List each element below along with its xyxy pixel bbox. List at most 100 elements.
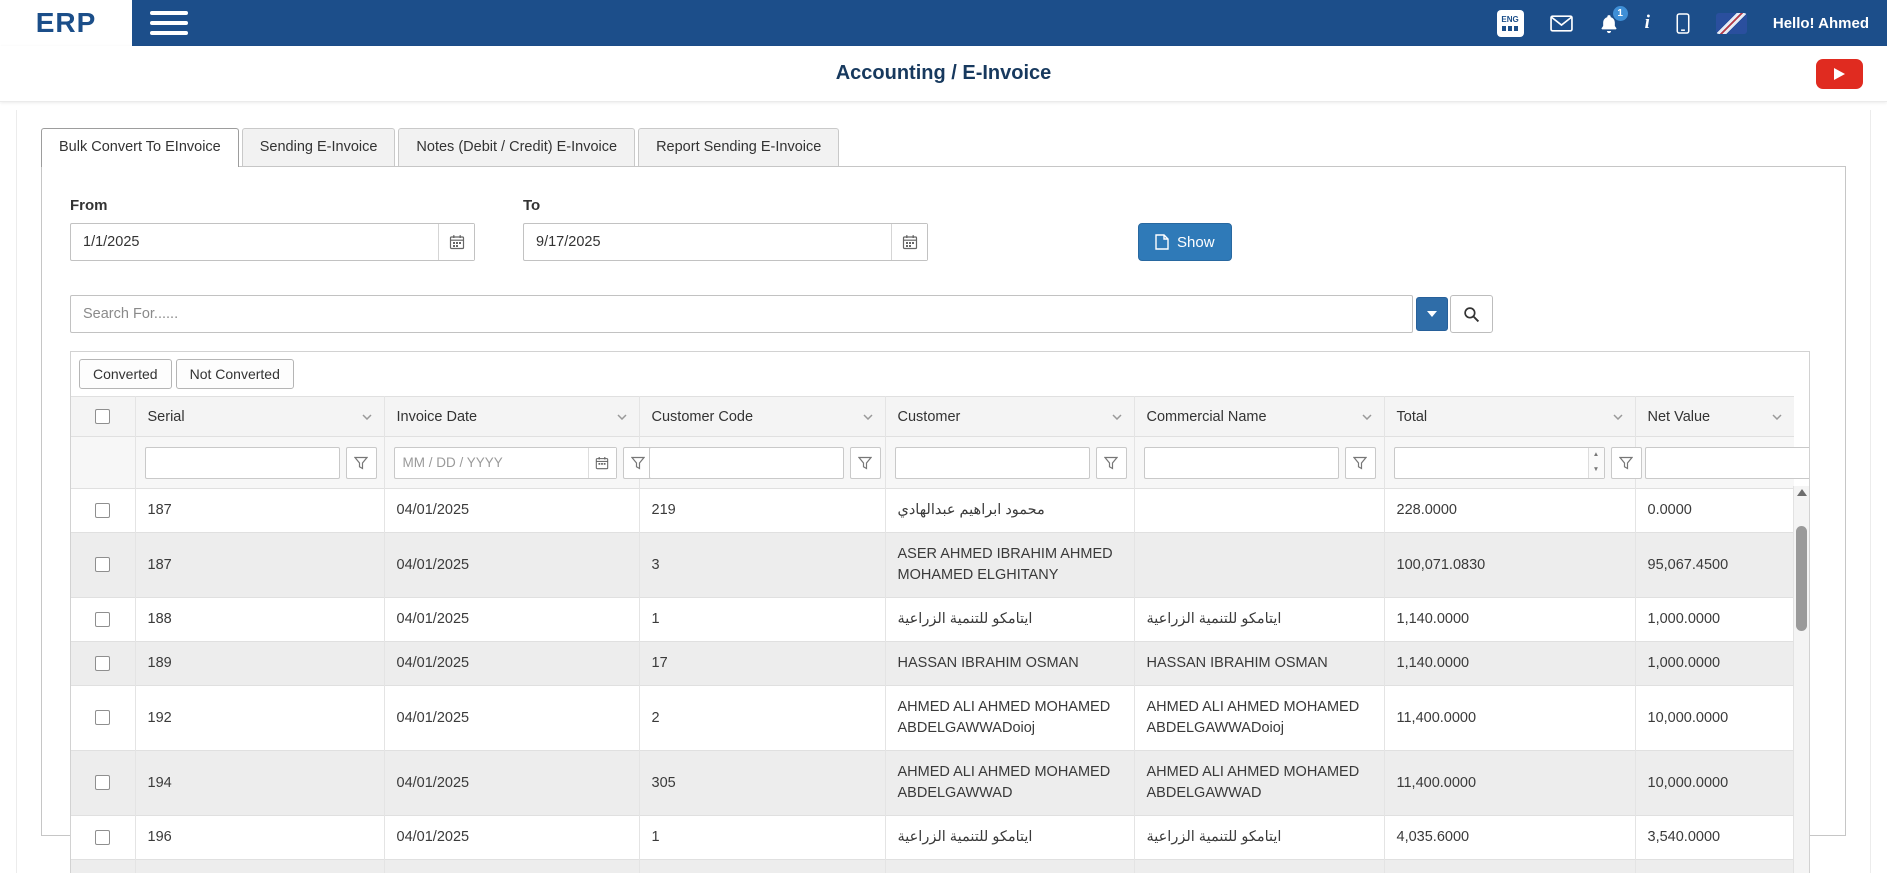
row-checkbox[interactable] [95,710,110,725]
customer-filter-funnel-button[interactable] [1096,447,1127,479]
column-header-customer-code[interactable]: Customer Code [639,397,885,437]
cell-total: 11,400.0000 [1384,686,1635,751]
grid-body: 187 04/01/2025 219 محمود ابراهيم عبدالها… [71,489,1794,873]
column-label: Customer [898,409,961,425]
spinner-up-icon: ▲ [1589,448,1604,463]
tab-bulk-convert[interactable]: Bulk Convert To EInvoice [41,128,239,167]
tab-notes-einvoice[interactable]: Notes (Debit / Credit) E-Invoice [398,128,635,166]
converted-toggle-row: Converted Not Converted [71,352,1809,396]
search-button[interactable] [1450,295,1493,333]
tab-bar: Bulk Convert To EInvoice Sending E-Invoi… [41,128,1846,166]
cell-total: 4,035.6000 [1384,816,1635,860]
header-row: Serial Invoice Date Customer Code Custom… [71,397,1794,437]
scroll-up-arrow-icon[interactable] [1797,489,1807,496]
cell-invoice-date: 04/01/2025 [384,860,639,873]
cell-serial: 189 [135,642,384,686]
language-button[interactable]: ENG [1497,10,1524,37]
row-checkbox[interactable] [95,830,110,845]
cell-customer: AHMED ALI AHMED MOHAMED ABDELGAWWADoioj [885,686,1134,751]
notification-badge: 1 [1613,6,1628,21]
search-input[interactable] [70,295,1413,333]
app-logo[interactable]: ERP [0,0,132,46]
row-select-cell [71,816,135,860]
notifications-button[interactable]: 1 [1599,13,1619,34]
table-row: 196 04/01/2025 1 ايتامكو للتنمية الزراعي… [71,816,1794,860]
cell-customer-code: 3 [639,533,885,598]
sort-chevron-icon [1772,414,1782,420]
cell-customer-code: 2 [639,686,885,751]
row-checkbox[interactable] [95,557,110,572]
search-options-dropdown-button[interactable] [1416,297,1448,331]
cell-net-value: 0.0000 [1635,489,1794,533]
column-header-customer[interactable]: Customer [885,397,1134,437]
date-filter-row: From To Show [70,197,1817,261]
info-button[interactable]: i [1645,12,1650,34]
show-button[interactable]: Show [1138,223,1232,261]
serial-filter-funnel-button[interactable] [346,447,377,479]
select-all-checkbox[interactable] [95,409,110,424]
flag-icon[interactable] [1716,13,1747,34]
column-header-serial[interactable]: Serial [135,397,384,437]
mail-button[interactable] [1550,15,1573,32]
calendar-icon [449,234,465,250]
info-icon: i [1645,12,1650,34]
serial-filter-input[interactable] [146,448,339,478]
topbar-actions: ENG 1 i Hello! Ahmed [1497,10,1887,37]
logo-text: ERP [36,7,97,39]
from-date-input[interactable] [71,224,438,260]
cell-commercial-name: AHMED ALI AHMED MOHAMED ABDELGAWWADoioj [1134,686,1384,751]
commercial-name-filter-funnel-button[interactable] [1345,447,1376,479]
invoice-date-filter-input[interactable] [395,448,588,478]
to-calendar-button[interactable] [891,224,927,260]
cell-commercial-name: ايتامكو للتنمية الزراعية [1134,816,1384,860]
net-value-filter-input[interactable] [1646,448,1811,478]
from-calendar-button[interactable] [438,224,474,260]
total-filter-spinner[interactable]: ▲▼ [1588,448,1604,478]
tab-sending-einvoice[interactable]: Sending E-Invoice [242,128,396,166]
scrollbar-thumb[interactable] [1796,526,1807,631]
cell-invoice-date: 04/01/2025 [384,686,639,751]
cell-commercial-name: ALEEN ESLAM ISMAIL RADI [1134,860,1384,873]
row-checkbox[interactable] [95,612,110,627]
row-checkbox[interactable] [95,656,110,671]
customer-filter-input[interactable] [896,448,1089,478]
to-date-input[interactable] [524,224,891,260]
converted-button[interactable]: Converted [79,359,172,389]
menu-toggle-button[interactable] [150,9,188,37]
column-label: Commercial Name [1147,409,1267,425]
cell-total: 1,140.0000 [1384,642,1635,686]
column-header-total[interactable]: Total [1384,397,1635,437]
video-help-button[interactable] [1816,59,1863,89]
not-converted-button[interactable]: Not Converted [176,359,294,389]
customer-code-filter-input[interactable] [650,448,843,478]
total-filter-funnel-button[interactable] [1611,447,1642,479]
cell-serial: 192 [135,686,384,751]
tab-panel: From To Show [41,166,1846,836]
column-header-commercial-name[interactable]: Commercial Name [1134,397,1384,437]
table-row: 189 04/01/2025 17 HASSAN IBRAHIM OSMAN H… [71,642,1794,686]
main-content: Bulk Convert To EInvoice Sending E-Invoi… [16,110,1871,873]
user-greeting[interactable]: Hello! Ahmed [1773,15,1869,32]
customer-code-filter-funnel-button[interactable] [850,447,881,479]
row-checkbox[interactable] [95,503,110,518]
cell-serial: 194 [135,751,384,816]
invoice-table: Serial Invoice Date Customer Code Custom… [71,396,1794,873]
cell-total: 228.0000 [1384,489,1635,533]
cell-invoice-date: 04/01/2025 [384,642,639,686]
cell-commercial-name [1134,489,1384,533]
show-button-label: Show [1177,234,1215,251]
mobile-button[interactable] [1676,13,1690,34]
tab-report-sending[interactable]: Report Sending E-Invoice [638,128,839,166]
column-header-net-value[interactable]: Net Value [1635,397,1794,437]
row-checkbox[interactable] [95,775,110,790]
cell-total: 11,400.0000 [1384,751,1635,816]
cell-customer: ايتامكو للتنمية الزراعية [885,598,1134,642]
funnel-icon [1619,456,1633,470]
total-filter-input[interactable] [1395,448,1588,478]
table-row: 188 04/01/2025 1 ايتامكو للتنمية الزراعي… [71,598,1794,642]
invoice-date-filter-calendar-button[interactable] [588,448,616,478]
vertical-scrollbar[interactable] [1793,486,1809,873]
commercial-name-filter-input[interactable] [1145,448,1338,478]
cell-customer-code: 305 [639,751,885,816]
column-header-invoice-date[interactable]: Invoice Date [384,397,639,437]
